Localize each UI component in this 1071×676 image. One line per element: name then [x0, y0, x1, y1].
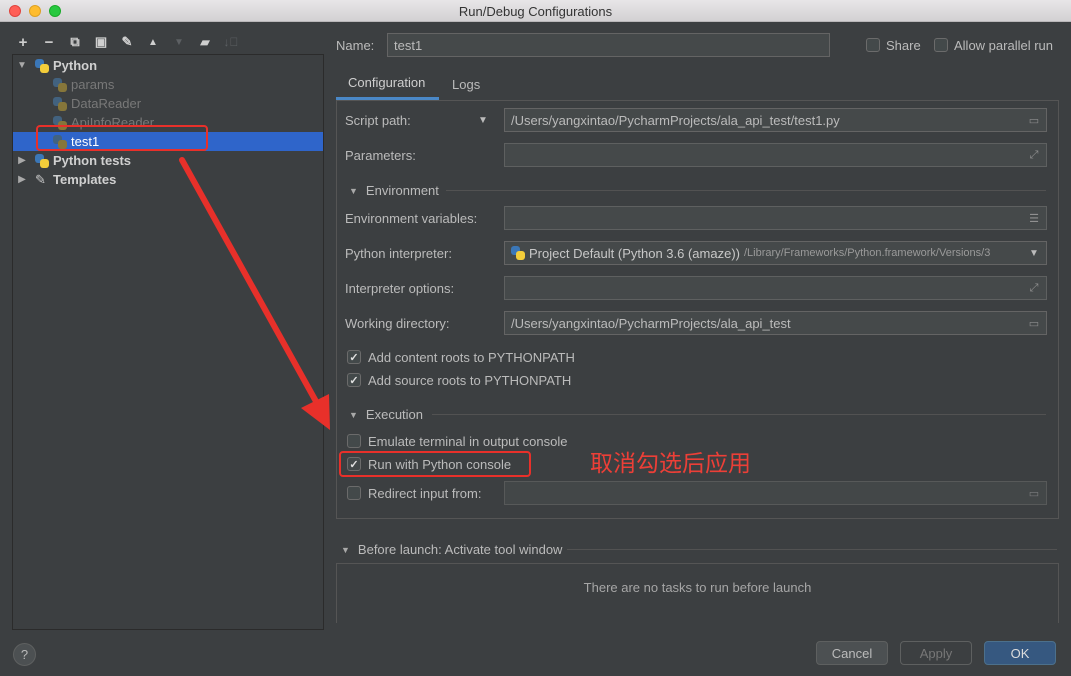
annotation-text: 取消勾选后应用	[590, 451, 751, 477]
annotation-arrow	[179, 157, 330, 430]
